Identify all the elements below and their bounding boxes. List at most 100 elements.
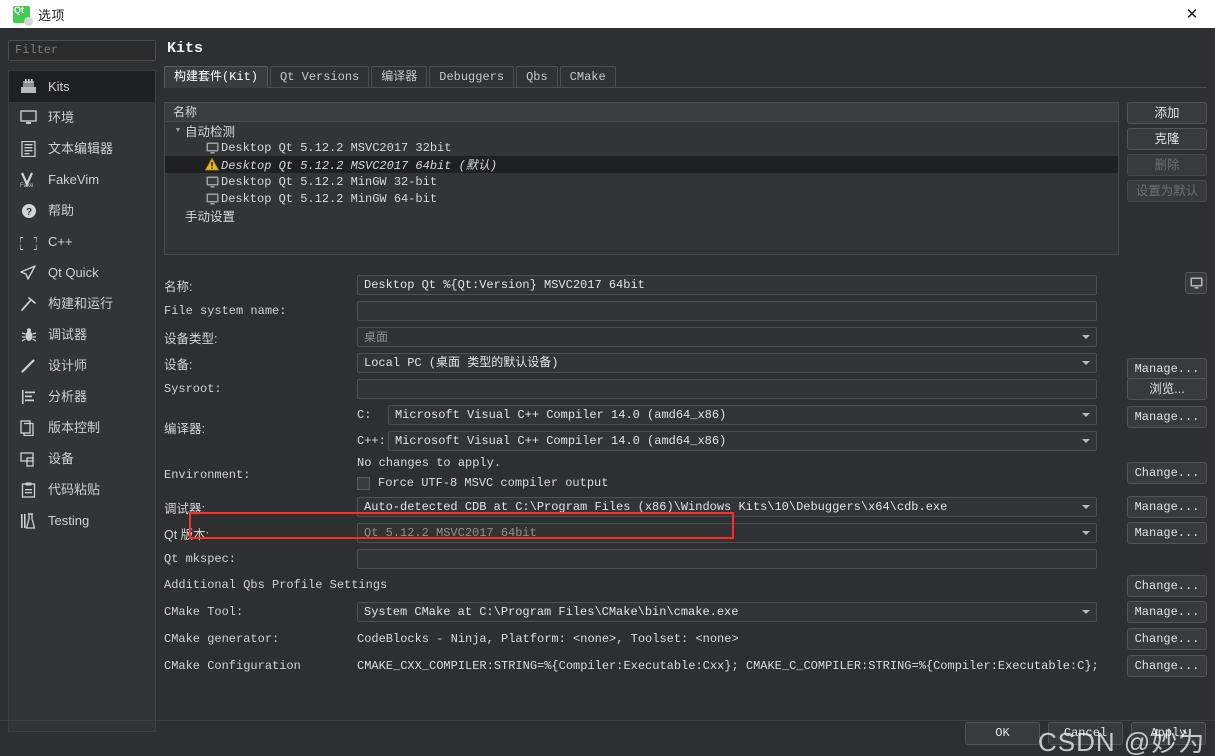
qt-version-manage-button[interactable]: Manage...	[1127, 522, 1207, 544]
cmake-configuration-value: CMAKE_CXX_COMPILER:STRING=%{Compiler:Exe…	[357, 658, 1097, 673]
dialog-body: Filter Kits 环境 文本编辑器 Fake FakeVim ? 帮助 C…	[0, 28, 1215, 756]
tab-qt-versions[interactable]: Qt Versions	[270, 66, 370, 87]
name-label: 名称:	[164, 279, 193, 294]
sidebar-item-testing[interactable]: Testing	[9, 505, 155, 536]
force-utf8-checkbox[interactable]	[357, 476, 370, 490]
form-row-qt-version: Qt 版本: Qt 5.12.2 MSVC2017 64bit Manage..…	[164, 520, 1207, 546]
qt-mkspec-input[interactable]	[357, 549, 1097, 569]
sidebar-item-cpp[interactable]: { } C++	[9, 226, 155, 257]
device-select[interactable]: Local PC (桌面 类型的默认设备)	[357, 353, 1097, 373]
svg-text:?: ?	[25, 207, 31, 218]
flask-icon	[18, 511, 39, 531]
qtquick-icon	[18, 263, 39, 283]
apply-button[interactable]: Apply	[1131, 722, 1206, 745]
kits-icon	[18, 77, 39, 97]
environment-label: Environment:	[164, 468, 251, 482]
tree-group-auto-detected[interactable]: ▼ 自动检测	[165, 122, 1118, 139]
table-row[interactable]: Desktop Qt 5.12.2 MSVC2017 32bit	[165, 139, 1118, 156]
close-icon[interactable]: ✕	[1169, 0, 1215, 28]
compiler-cxx-value: Microsoft Visual C++ Compiler 14.0 (amd6…	[395, 434, 727, 448]
sidebar-item-code-paste[interactable]: 代码粘贴	[9, 474, 155, 505]
table-row[interactable]: Desktop Qt 5.12.2 MinGW 64-bit	[165, 190, 1118, 207]
sidebar-item-kits[interactable]: Kits	[9, 71, 155, 102]
debugger-value: Auto-detected CDB at C:\Program Files (x…	[364, 500, 948, 514]
compiler-cxx-label: C++:	[357, 434, 386, 448]
tree-row-label: 自动检测	[185, 125, 236, 139]
chevron-down-icon[interactable]: ▼	[171, 127, 185, 134]
compiler-manage-button[interactable]: Manage...	[1127, 406, 1207, 428]
tab-qbs[interactable]: Qbs	[516, 66, 558, 87]
sidebar-item-label: Testing	[48, 512, 90, 528]
sidebar-item-build-run[interactable]: 构建和运行	[9, 288, 155, 319]
form-row-qbs-settings: Additional Qbs Profile Settings Change..…	[164, 572, 1207, 598]
cmake-tool-manage-button[interactable]: Manage...	[1127, 601, 1207, 623]
tree-row-label: Desktop Qt 5.12.2 MinGW 64-bit	[221, 191, 438, 206]
debugger-label: 调试器:	[164, 501, 205, 516]
tab-kits[interactable]: 构建套件(Kit)	[164, 66, 269, 88]
qt-version-value: Qt 5.12.2 MSVC2017 64bit	[364, 526, 537, 540]
tab-debuggers[interactable]: Debuggers	[429, 66, 515, 87]
chevron-down-icon	[1082, 413, 1090, 417]
sidebar-item-text-editor[interactable]: 文本编辑器	[9, 133, 155, 164]
debugger-select[interactable]: Auto-detected CDB at C:\Program Files (x…	[357, 497, 1097, 517]
clone-button[interactable]: 克隆	[1127, 128, 1207, 150]
cancel-button[interactable]: Cancel	[1048, 722, 1123, 745]
hammer-icon	[18, 294, 39, 314]
ok-button[interactable]: OK	[965, 722, 1040, 745]
cmake-tool-select[interactable]: System CMake at C:\Program Files\CMake\b…	[357, 601, 1097, 622]
sysroot-browse-button[interactable]: 浏览...	[1127, 378, 1207, 400]
qbs-change-button[interactable]: Change...	[1127, 575, 1207, 597]
form-row-name: 名称: Desktop Qt %{Qt:Version} MSVC2017 64…	[164, 272, 1207, 298]
tree-group-manual[interactable]: 手动设置	[165, 207, 1118, 224]
svg-text:{ }: { }	[20, 236, 37, 250]
monitor-icon[interactable]	[1185, 272, 1207, 294]
compiler-c-select[interactable]: Microsoft Visual C++ Compiler 14.0 (amd6…	[388, 405, 1097, 425]
kit-detail-form: 名称: Desktop Qt %{Qt:Version} MSVC2017 64…	[164, 272, 1207, 679]
debugger-manage-button[interactable]: Manage...	[1127, 496, 1207, 518]
options-dialog: 选项 ✕ Filter Kits 环境 文本编辑器	[0, 0, 1215, 756]
sidebar-item-label: Kits	[48, 78, 70, 94]
sidebar-item-fakevim[interactable]: Fake FakeVim	[9, 164, 155, 195]
sidebar-item-version-control[interactable]: 版本控制	[9, 412, 155, 443]
braces-icon: { }	[18, 232, 39, 252]
make-default-button[interactable]: 设置为默认	[1127, 180, 1207, 202]
kits-tree[interactable]: 名称 ▼ 自动检测 Desktop Qt 5.12.2 MSVC2017 32b…	[164, 102, 1119, 255]
filter-input[interactable]: Filter	[8, 40, 156, 61]
sidebar-item-debugger[interactable]: 调试器	[9, 319, 155, 350]
sidebar-item-qt-quick[interactable]: Qt Quick	[9, 257, 155, 288]
qt-mkspec-label: Qt mkspec:	[164, 552, 237, 566]
tab-compilers[interactable]: 编译器	[371, 66, 428, 87]
sidebar-item-help[interactable]: ? 帮助	[9, 195, 155, 226]
remove-button[interactable]: 删除	[1127, 154, 1207, 176]
sysroot-input[interactable]	[357, 379, 1097, 399]
cmake-generator-change-button[interactable]: Change...	[1127, 628, 1207, 650]
form-row-qt-mkspec: Qt mkspec:	[164, 546, 1207, 572]
table-row[interactable]: Desktop Qt 5.12.2 MinGW 32-bit	[165, 173, 1118, 190]
table-row[interactable]: Desktop Qt 5.12.2 MSVC2017 64bit (默认)	[165, 156, 1118, 173]
name-input[interactable]: Desktop Qt %{Qt:Version} MSVC2017 64bit	[357, 275, 1097, 295]
add-button[interactable]: 添加	[1127, 102, 1207, 124]
sidebar-item-environment[interactable]: 环境	[9, 102, 155, 133]
tab-cmake[interactable]: CMake	[559, 66, 616, 87]
environment-change-button[interactable]: Change...	[1127, 462, 1207, 484]
device-type-select[interactable]: 桌面	[357, 327, 1097, 347]
form-row-device-type: 设备类型: 桌面	[164, 324, 1207, 350]
form-row-file-system-name: File system name:	[164, 298, 1207, 324]
sidebar-item-devices[interactable]: 设备	[9, 443, 155, 474]
qt-version-select[interactable]: Qt 5.12.2 MSVC2017 64bit	[357, 523, 1097, 543]
compiler-cxx-select[interactable]: Microsoft Visual C++ Compiler 14.0 (amd6…	[388, 431, 1097, 451]
sysroot-label: Sysroot:	[164, 382, 222, 396]
compiler-label: 编译器:	[164, 422, 205, 436]
cmake-configuration-label: CMake Configuration	[164, 658, 301, 673]
monitor-icon	[203, 176, 221, 188]
sidebar-item-designer[interactable]: 设计师	[9, 350, 155, 381]
cmake-configuration-change-button[interactable]: Change...	[1127, 655, 1207, 677]
help-icon: ?	[18, 201, 39, 221]
sidebar-item-analyzer[interactable]: 分析器	[9, 381, 155, 412]
sidebar-item-label: 环境	[48, 109, 75, 125]
file-system-name-input[interactable]	[357, 301, 1097, 321]
cmake-tool-label: CMake Tool:	[164, 604, 244, 619]
tree-row-label: Desktop Qt 5.12.2 MinGW 32-bit	[221, 174, 438, 189]
sidebar-item-label: 调试器	[48, 326, 88, 342]
tree-column-header-name: 名称	[165, 103, 1118, 122]
